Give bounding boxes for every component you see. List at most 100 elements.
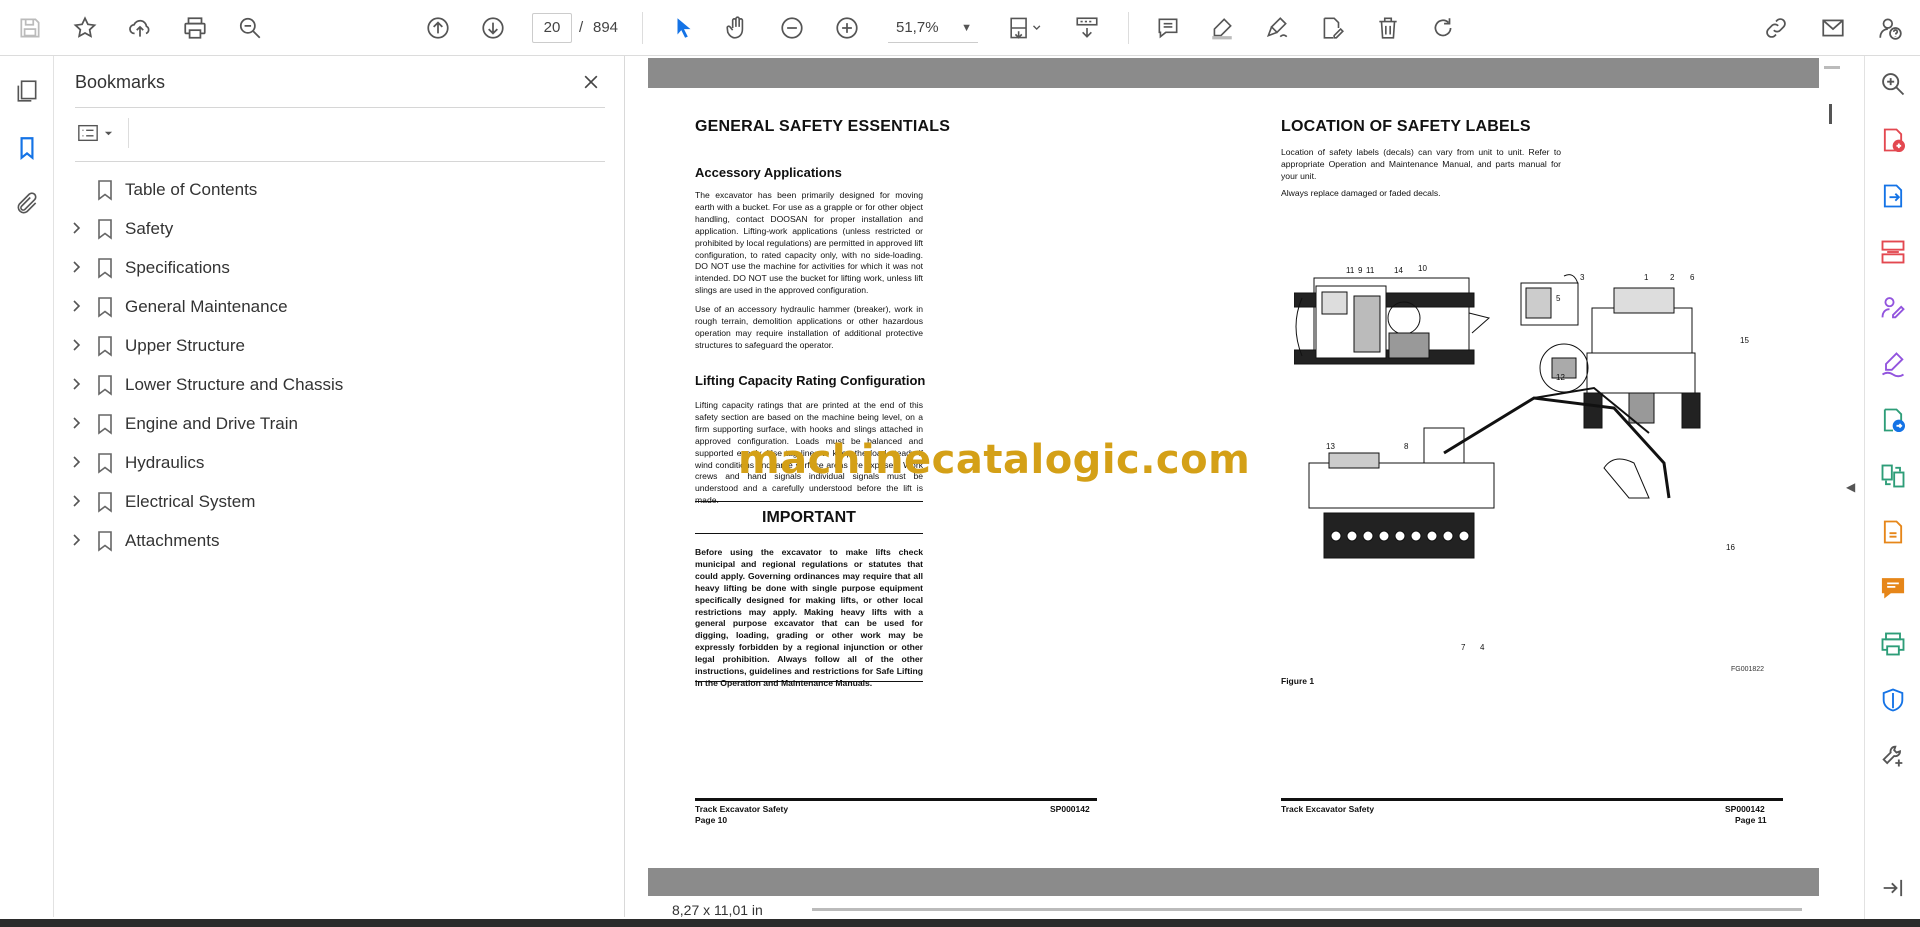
callout-number: 8 bbox=[1404, 442, 1409, 451]
callout-number: 1 bbox=[1644, 273, 1649, 282]
list-options-icon bbox=[78, 124, 98, 142]
protect-icon[interactable] bbox=[1877, 684, 1909, 716]
callout-number: 6 bbox=[1690, 273, 1695, 282]
bookmark-item[interactable]: Engine and Drive Train bbox=[55, 404, 615, 443]
scrollbar-track-top bbox=[1824, 66, 1840, 69]
help-icon[interactable] bbox=[1872, 10, 1908, 46]
print-icon[interactable] bbox=[177, 10, 213, 46]
callout-number: 16 bbox=[1726, 543, 1735, 552]
bookmark-item[interactable]: Safety bbox=[55, 209, 615, 248]
chevron-right-icon[interactable] bbox=[69, 337, 85, 353]
chevron-right-icon[interactable] bbox=[69, 415, 85, 431]
chevron-right-icon[interactable] bbox=[69, 298, 85, 314]
callout-number: 13 bbox=[1326, 442, 1335, 451]
request-signature-icon[interactable] bbox=[1877, 292, 1909, 324]
bookmark-icon bbox=[98, 492, 112, 513]
callout-number: 15 bbox=[1740, 336, 1749, 345]
bookmark-item[interactable]: Table of Contents bbox=[55, 170, 615, 209]
rule bbox=[695, 681, 923, 682]
divider bbox=[128, 118, 129, 148]
highlight-icon[interactable] bbox=[1204, 10, 1240, 46]
page-number-input[interactable]: 20 bbox=[532, 13, 572, 43]
chevron-right-icon[interactable] bbox=[69, 259, 85, 275]
chevron-right-icon[interactable] bbox=[69, 454, 85, 470]
create-pdf-icon[interactable] bbox=[1877, 124, 1909, 156]
zoom-out-icon[interactable] bbox=[774, 10, 810, 46]
callout-number: 5 bbox=[1556, 294, 1561, 303]
bookmark-item[interactable]: Upper Structure bbox=[55, 326, 615, 365]
share-link-icon[interactable] bbox=[1758, 10, 1794, 46]
bookmark-label: Hydraulics bbox=[125, 453, 205, 472]
page-separator: / bbox=[579, 19, 584, 36]
page-down-icon[interactable] bbox=[475, 10, 511, 46]
comment-tool-icon[interactable] bbox=[1877, 572, 1909, 604]
rotate-icon[interactable] bbox=[1425, 10, 1461, 46]
expand-panel-icon[interactable] bbox=[1877, 872, 1909, 904]
bookmark-panel-icon[interactable] bbox=[11, 132, 43, 164]
select-cursor-icon[interactable] bbox=[666, 10, 702, 46]
upload-icon[interactable] bbox=[122, 10, 158, 46]
email-icon[interactable] bbox=[1815, 10, 1851, 46]
zoom-in-icon[interactable] bbox=[829, 10, 865, 46]
bookmark-label: Electrical System bbox=[125, 492, 256, 511]
vertical-scrollbar[interactable] bbox=[1824, 56, 1840, 906]
delete-icon[interactable] bbox=[1370, 10, 1406, 46]
collapse-right-panel-icon[interactable]: ◀ bbox=[1846, 480, 1855, 494]
comment-icon[interactable] bbox=[1150, 10, 1186, 46]
print-production-icon[interactable] bbox=[1877, 628, 1909, 660]
scroll-mode-icon[interactable] bbox=[1069, 10, 1105, 46]
bookmark-options-button[interactable] bbox=[75, 118, 123, 148]
fit-page-icon[interactable] bbox=[1000, 10, 1050, 46]
bookmark-icon bbox=[98, 258, 112, 279]
bookmark-icon bbox=[98, 336, 112, 357]
bookmark-item[interactable]: Electrical System bbox=[55, 482, 615, 521]
callout-number: 11 bbox=[1366, 266, 1375, 275]
main-toolbar: 20 / 894 51,7% ▼ bbox=[0, 0, 1920, 56]
send-track-icon[interactable] bbox=[1877, 404, 1909, 436]
chevron-down-icon bbox=[104, 131, 113, 135]
document-page-11: LOCATION OF SAFETY LABELS Location of sa… bbox=[1234, 88, 1819, 868]
organize-pages-icon[interactable] bbox=[1877, 236, 1909, 268]
chevron-right-icon[interactable] bbox=[69, 376, 85, 392]
bookmark-label: Safety bbox=[125, 219, 174, 238]
save-icon[interactable] bbox=[12, 10, 48, 46]
figure-caption: Figure 1 bbox=[1281, 676, 1315, 686]
bookmark-list: Table of Contents Safety Specifications Gen… bbox=[55, 170, 615, 560]
chevron-right-icon[interactable] bbox=[69, 493, 85, 509]
star-icon[interactable] bbox=[67, 10, 103, 46]
callout-number: 10 bbox=[1418, 264, 1427, 273]
horizontal-scrollbar[interactable] bbox=[812, 908, 1802, 911]
bookmark-item[interactable]: Attachments bbox=[55, 521, 615, 560]
chevron-right-icon[interactable] bbox=[69, 220, 85, 236]
more-tools-icon[interactable] bbox=[1877, 740, 1909, 772]
divider bbox=[75, 161, 605, 162]
scrollbar-thumb[interactable] bbox=[1829, 104, 1832, 124]
hand-icon[interactable] bbox=[719, 10, 755, 46]
zoom-level-select[interactable]: 51,7% ▼ bbox=[888, 13, 978, 43]
attachment-icon[interactable] bbox=[11, 188, 43, 220]
paragraph: Always replace damaged or faded decals. bbox=[1281, 188, 1441, 198]
close-icon[interactable] bbox=[577, 68, 605, 96]
bookmark-item[interactable]: Lower Structure and Chassis bbox=[55, 365, 615, 404]
page-up-icon[interactable] bbox=[420, 10, 456, 46]
page-thumbnails-icon[interactable] bbox=[11, 75, 43, 107]
zoom-search-icon[interactable] bbox=[232, 10, 268, 46]
bookmark-icon bbox=[98, 531, 112, 552]
callout-number: 14 bbox=[1394, 266, 1403, 275]
edit-pdf-icon[interactable] bbox=[1877, 516, 1909, 548]
compare-icon[interactable] bbox=[1877, 460, 1909, 492]
bookmark-item[interactable]: Specifications bbox=[55, 248, 615, 287]
page-title: GENERAL SAFETY ESSENTIALS bbox=[695, 118, 951, 135]
rule bbox=[695, 533, 923, 534]
search-zoom-icon[interactable] bbox=[1877, 68, 1909, 100]
bookmark-item[interactable]: General Maintenance bbox=[55, 287, 615, 326]
fill-sign-tool-icon[interactable] bbox=[1877, 348, 1909, 380]
export-pdf-icon[interactable] bbox=[1877, 180, 1909, 212]
figure-code: FG001822 bbox=[1731, 666, 1765, 673]
bookmark-item[interactable]: Hydraulics bbox=[55, 443, 615, 482]
section-heading: Lifting Capacity Rating Configuration bbox=[695, 373, 926, 388]
chevron-right-icon[interactable] bbox=[69, 532, 85, 548]
bookmark-icon bbox=[98, 180, 112, 201]
fill-sign-icon[interactable] bbox=[1314, 10, 1350, 46]
sign-icon[interactable] bbox=[1259, 10, 1295, 46]
